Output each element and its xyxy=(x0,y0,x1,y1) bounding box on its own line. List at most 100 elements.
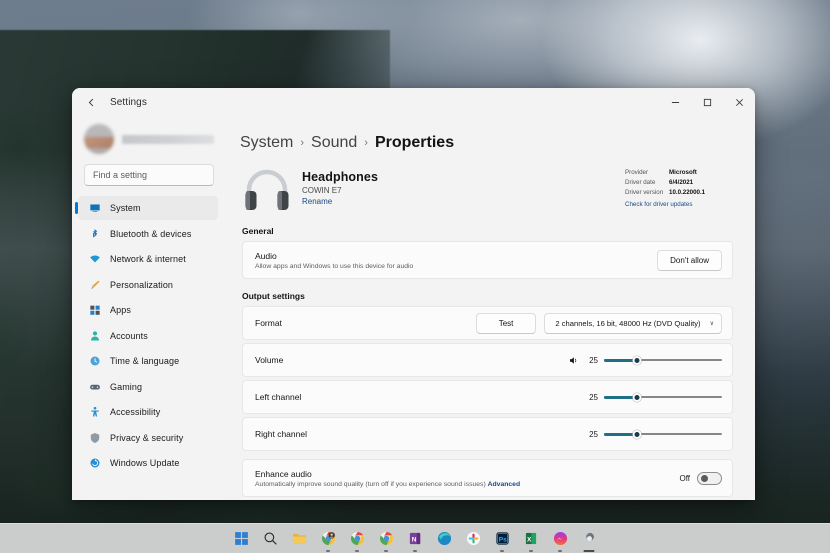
sidebar-item-label: Windows Update xyxy=(110,458,179,468)
breadcrumb-system[interactable]: System xyxy=(240,134,293,152)
start-button[interactable] xyxy=(231,529,251,549)
windows-logo-icon xyxy=(234,531,249,546)
chevron-right-icon: › xyxy=(300,137,304,149)
sidebar-item-time-language[interactable]: Time & language xyxy=(78,349,218,373)
volume-value: 25 xyxy=(585,356,598,365)
apps-grid-icon xyxy=(88,303,102,317)
sidebar-item-accounts[interactable]: Accounts xyxy=(78,324,218,348)
sidebar-item-privacy-security[interactable]: Privacy & security xyxy=(78,426,218,450)
left-channel-label-wrap: Left channel xyxy=(255,392,585,402)
bluetooth-icon xyxy=(88,227,102,241)
slider-thumb[interactable] xyxy=(633,356,642,365)
audio-card: Audio Allow apps and Windows to use this… xyxy=(242,241,733,279)
sidebar-item-system[interactable]: System xyxy=(78,196,218,220)
sidebar-item-network-internet[interactable]: Network & internet xyxy=(78,247,218,271)
sidebar-item-gaming[interactable]: Gaming xyxy=(78,375,218,399)
sidebar-item-label: System xyxy=(110,203,141,213)
onenote-icon: N xyxy=(408,531,423,546)
check-driver-updates-link[interactable]: Check for driver updates xyxy=(625,200,733,210)
device-text: Headphones COWIN E7 Rename xyxy=(302,166,378,206)
messenger-button[interactable] xyxy=(550,529,570,549)
enhance-audio-text: Enhance audio Automatically improve soun… xyxy=(255,469,679,488)
minimize-icon[interactable] xyxy=(659,88,691,116)
speaker-icon[interactable] xyxy=(568,355,579,366)
sidebar-item-accessibility[interactable]: Accessibility xyxy=(78,400,218,424)
device-name: Headphones xyxy=(302,170,378,184)
advanced-link[interactable]: Advanced xyxy=(488,481,520,488)
accessibility-person-icon xyxy=(88,405,102,419)
volume-card: Volume 25 xyxy=(242,343,733,377)
back-arrow-icon[interactable] xyxy=(78,91,104,113)
driver-date-key: Driver date xyxy=(625,178,669,188)
excel-button[interactable]: X xyxy=(521,529,541,549)
sidebar-item-personalization[interactable]: Personalization xyxy=(78,273,218,297)
desktop: Settings xyxy=(0,0,830,553)
general-section-title: General xyxy=(242,226,733,236)
sidebar-item-apps[interactable]: Apps xyxy=(78,298,218,322)
content-area: System › Sound › Properties Hea xyxy=(224,116,755,500)
test-button[interactable]: Test xyxy=(476,313,537,334)
chevron-down-icon: ∨ xyxy=(710,320,714,327)
edge-button[interactable] xyxy=(434,529,454,549)
svg-text:N: N xyxy=(411,536,416,543)
chrome-icon xyxy=(379,531,394,546)
chrome-icon xyxy=(321,531,336,546)
breadcrumb-sound[interactable]: Sound xyxy=(311,134,357,152)
right-channel-value: 25 xyxy=(585,430,598,439)
dont-allow-button[interactable]: Don't allow xyxy=(657,250,722,271)
wifi-icon xyxy=(88,252,102,266)
format-label-wrap: Format xyxy=(255,318,476,328)
device-model: COWIN E7 xyxy=(302,186,378,195)
chrome-profile-button[interactable] xyxy=(318,529,338,549)
search-button[interactable] xyxy=(260,529,280,549)
slack-button[interactable] xyxy=(463,529,483,549)
enhance-audio-toggle[interactable] xyxy=(697,472,722,485)
folder-icon xyxy=(292,531,307,546)
close-icon[interactable] xyxy=(723,88,755,116)
sidebar-item-windows-update[interactable]: Windows Update xyxy=(78,451,218,475)
enhance-audio-title: Enhance audio xyxy=(255,469,679,479)
slider-thumb[interactable] xyxy=(633,430,642,439)
left-channel-label: Left channel xyxy=(255,392,585,402)
excel-icon: X xyxy=(524,531,539,546)
breadcrumb-properties: Properties xyxy=(375,134,454,152)
chrome-button-2[interactable] xyxy=(347,529,367,549)
format-dropdown[interactable]: 2 channels, 16 bit, 48000 Hz (DVD Qualit… xyxy=(544,313,722,334)
search-input[interactable] xyxy=(93,170,210,180)
device-header: Headphones COWIN E7 Rename Provider Micr… xyxy=(238,166,733,212)
enhance-audio-card: Enhance audio Automatically improve soun… xyxy=(242,459,733,497)
slider-thumb[interactable] xyxy=(633,393,642,402)
slack-icon xyxy=(466,531,481,546)
volume-label-wrap: Volume xyxy=(255,355,568,365)
profile-section[interactable] xyxy=(72,120,224,164)
right-channel-slider[interactable] xyxy=(604,428,722,440)
maximize-icon[interactable] xyxy=(691,88,723,116)
sidebar-item-label: Time & language xyxy=(110,356,179,366)
chrome-button-3[interactable] xyxy=(376,529,396,549)
edge-icon xyxy=(437,531,452,546)
driver-date-row: Driver date 6/4/2021 xyxy=(625,178,733,188)
file-explorer-button[interactable] xyxy=(289,529,309,549)
rename-link[interactable]: Rename xyxy=(302,197,378,206)
driver-provider-key: Provider xyxy=(625,168,669,178)
window-body: System Bluetooth & devices Network & int… xyxy=(72,116,755,500)
audio-subtitle: Allow apps and Windows to use this devic… xyxy=(255,263,657,270)
driver-version-key: Driver version xyxy=(625,188,669,198)
sidebar-item-bluetooth-devices[interactable]: Bluetooth & devices xyxy=(78,222,218,246)
photoshop-button[interactable]: Ps xyxy=(492,529,512,549)
shield-icon xyxy=(88,431,102,445)
volume-slider[interactable] xyxy=(604,354,722,366)
driver-provider-value: Microsoft xyxy=(669,168,697,178)
update-refresh-icon xyxy=(88,456,102,470)
driver-provider-row: Provider Microsoft xyxy=(625,168,733,178)
settings-button[interactable] xyxy=(579,529,599,549)
gear-icon xyxy=(582,531,597,546)
left-channel-slider[interactable] xyxy=(604,391,722,403)
svg-text:X: X xyxy=(527,536,532,543)
search-box[interactable] xyxy=(84,164,214,186)
onenote-button[interactable]: N xyxy=(405,529,425,549)
paintbrush-icon xyxy=(88,278,102,292)
right-channel-control: 25 xyxy=(585,428,722,440)
chevron-right-icon: › xyxy=(364,137,368,149)
profile-name-redacted xyxy=(122,135,214,144)
